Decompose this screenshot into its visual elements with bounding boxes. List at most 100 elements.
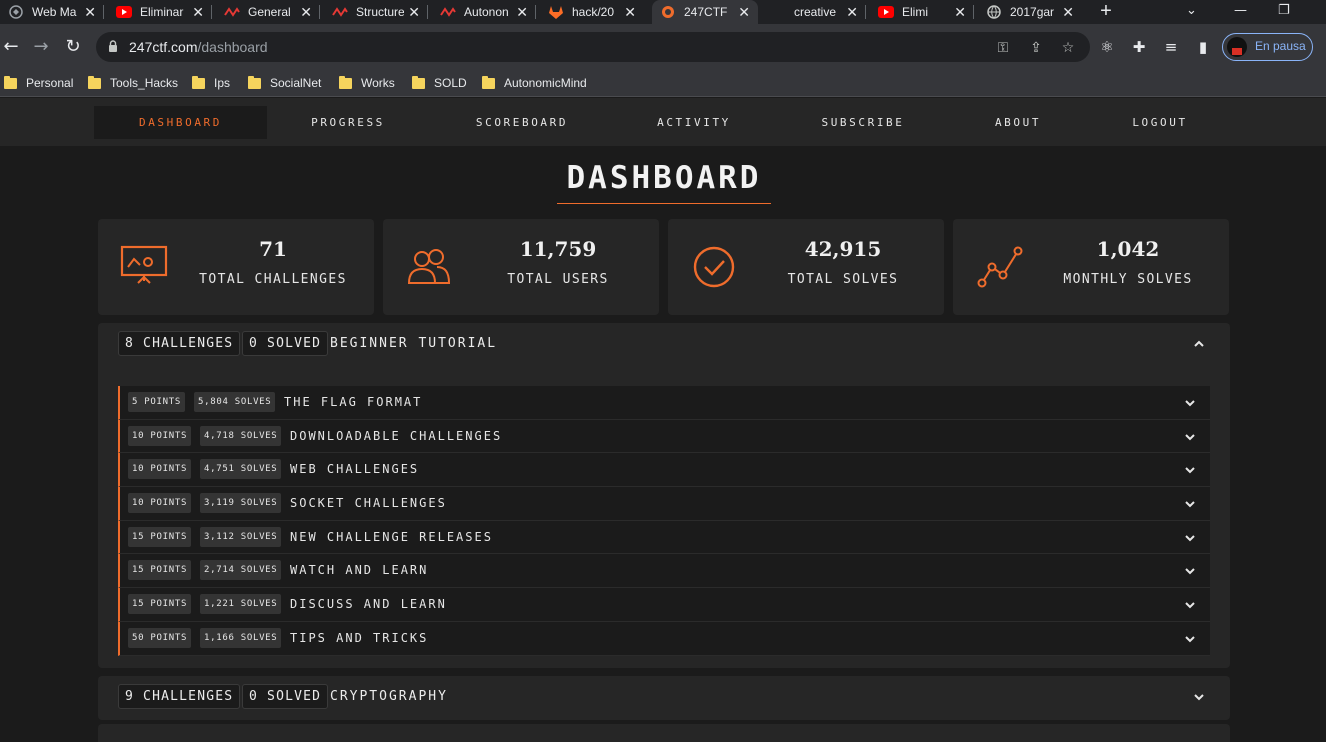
close-tab-icon[interactable]: ✕ (624, 4, 636, 21)
forward-icon[interactable]: → (30, 36, 52, 58)
challenge-title: SOCKET CHALLENGES (290, 496, 447, 511)
chevron-down-icon[interactable] (1183, 396, 1197, 410)
bookmark-folder[interactable]: AutonomicMind (482, 74, 587, 92)
globe-icon (986, 4, 1002, 20)
presentation-board-icon (120, 245, 168, 284)
challenge-row[interactable]: 10 POINTS 3,119 SOLVES SOCKET CHALLENGES (118, 487, 1210, 521)
solves-badge: 1,166 SOLVES (200, 627, 282, 648)
solves-badge: 5,804 SOLVES (194, 392, 276, 412)
browser-tab[interactable]: Eliminar ✕ (108, 0, 212, 24)
browser-tab[interactable]: Structure ✕ (324, 0, 428, 24)
minimize-icon[interactable]: — (1234, 0, 1247, 24)
points-badge: 10 POINTS (128, 459, 192, 480)
category-title: BEGINNER TUTORIAL (330, 336, 498, 351)
chevron-down-icon[interactable] (1183, 632, 1197, 646)
reload-icon[interactable]: ↻ (62, 36, 84, 58)
back-icon[interactable]: ← (0, 36, 22, 58)
close-tab-icon[interactable]: ✕ (1062, 4, 1074, 21)
folder-icon (482, 75, 495, 89)
bookmark-folder[interactable]: Ips (192, 74, 230, 92)
tab-search-chevron-icon[interactable]: ⌄ (1186, 0, 1197, 24)
chevron-up-icon[interactable] (1192, 337, 1206, 351)
close-tab-icon[interactable]: ✕ (738, 4, 750, 21)
nav-about[interactable]: ABOUT (975, 106, 1061, 139)
lock-icon (109, 40, 117, 52)
bookmark-folder[interactable]: SocialNet (248, 74, 321, 92)
bookmark-folder[interactable]: Works (339, 74, 395, 92)
bookmark-folder[interactable]: Tools_Hacks (88, 74, 178, 92)
bookmark-folder[interactable]: SOLD (412, 74, 467, 92)
nav-subscribe[interactable]: SUBSCRIBE (805, 106, 921, 139)
nav-progress[interactable]: PROGRESS (280, 106, 416, 139)
points-badge: 15 POINTS (128, 560, 192, 581)
check-circle-icon (693, 246, 735, 288)
close-tab-icon[interactable]: ✕ (846, 4, 858, 21)
close-tab-icon[interactable]: ✕ (516, 4, 528, 21)
challenge-row[interactable]: 15 POINTS 2,714 SOLVES WATCH AND LEARN (118, 554, 1210, 589)
address-bar[interactable]: 247ctf.com/dashboard ⚿ ⇪ ☆ (96, 32, 1090, 62)
share-icon[interactable]: ⇪ (1027, 39, 1045, 57)
solves-badge: 4,751 SOLVES (200, 459, 282, 480)
stat-label: MONTHLY SOLVES (1063, 272, 1193, 287)
side-panel-icon[interactable]: ▮ (1193, 37, 1213, 57)
browser-tab[interactable]: Autonon ✕ (432, 0, 536, 24)
chevron-down-icon[interactable] (1183, 430, 1197, 444)
category-header[interactable]: 8 CHALLENGES 0 SOLVED BEGINNER TUTORIAL (98, 323, 1230, 363)
browser-tab[interactable]: hack/20 ✕ (540, 0, 644, 24)
close-tab-icon[interactable]: ✕ (84, 4, 96, 21)
bookmark-star-icon[interactable]: ☆ (1059, 39, 1077, 57)
challenge-row[interactable]: 5 POINTS 5,804 SOLVES THE FLAG FORMAT (118, 386, 1210, 420)
media-queue-icon[interactable]: ≡ (1161, 37, 1181, 57)
challenge-row[interactable]: 10 POINTS 4,751 SOLVES WEB CHALLENGES (118, 453, 1210, 488)
react-extension-icon[interactable]: ⚛ (1097, 37, 1117, 57)
category-title: CRYPTOGRAPHY (330, 689, 448, 704)
folder-icon (192, 75, 205, 89)
extensions-puzzle-icon[interactable]: ✚ (1129, 37, 1149, 57)
close-tab-icon[interactable]: ✕ (408, 4, 420, 21)
chevron-down-icon[interactable] (1183, 463, 1197, 477)
browser-tab[interactable]: Web Ma ✕ (0, 0, 104, 24)
stat-label: TOTAL CHALLENGES (199, 272, 347, 287)
profile-button[interactable]: En pausa (1222, 33, 1313, 61)
browser-toolbar: ← → ↻ 247ctf.com/dashboard ⚿ ⇪ ☆ ⚛ ✚ ≡ ▮… (0, 24, 1326, 70)
chevron-down-icon[interactable] (1183, 564, 1197, 578)
close-tab-icon[interactable]: ✕ (192, 4, 204, 21)
nav-activity[interactable]: ACTIVITY (638, 106, 750, 139)
category-header[interactable]: 9 CHALLENGES 0 SOLVED CRYPTOGRAPHY (98, 676, 1230, 716)
restore-icon[interactable]: ❐ (1278, 0, 1290, 24)
challenge-row[interactable]: 10 POINTS 4,718 SOLVES DOWNLOADABLE CHAL… (118, 419, 1210, 454)
bookmarks-bar: Personal Tools_Hacks Ips SocialNet Works… (0, 70, 1326, 97)
browser-tab[interactable]: 2017gar ✕ (978, 0, 1082, 24)
chevron-down-icon[interactable] (1183, 598, 1197, 612)
url-path: /dashboard (197, 39, 268, 55)
solved-count-badge: 0 SOLVED (242, 331, 329, 356)
category-section-cryptography: 9 CHALLENGES 0 SOLVED CRYPTOGRAPHY (98, 676, 1230, 720)
challenge-title: THE FLAG FORMAT (284, 395, 423, 409)
key-icon[interactable]: ⚿ (994, 39, 1012, 57)
youtube-icon (116, 4, 132, 20)
solves-badge: 2,714 SOLVES (200, 560, 282, 581)
wave-icon (224, 4, 240, 20)
nav-dashboard[interactable]: DASHBOARD (94, 106, 267, 139)
chevron-down-icon[interactable] (1183, 531, 1197, 545)
chevron-down-icon[interactable] (1192, 690, 1206, 704)
address-url: 247ctf.com/dashboard (129, 39, 268, 55)
challenge-title: WATCH AND LEARN (290, 563, 429, 578)
browser-tab[interactable]: General ✕ (216, 0, 320, 24)
close-tab-icon[interactable]: ✕ (954, 4, 966, 21)
new-tab-button[interactable]: + (1096, 0, 1116, 24)
chevron-down-icon[interactable] (1183, 497, 1197, 511)
nav-scoreboard[interactable]: SCOREBOARD (456, 106, 588, 139)
challenge-row[interactable]: 15 POINTS 3,112 SOLVES NEW CHALLENGE REL… (118, 520, 1210, 555)
site-content: DASHBOARD PROGRESS SCOREBOARD ACTIVITY S… (0, 98, 1326, 742)
close-tab-icon[interactable]: ✕ (300, 4, 312, 21)
browser-tab[interactable]: Elimi ✕ (870, 0, 974, 24)
solves-badge: 1,221 SOLVES (200, 594, 282, 615)
bookmark-folder[interactable]: Personal (4, 74, 73, 92)
browser-tab-active[interactable]: 247CTF ✕ (652, 0, 758, 24)
challenge-row[interactable]: 50 POINTS 1,166 SOLVES TIPS AND TRICKS (118, 621, 1210, 656)
category-section-next (98, 724, 1230, 742)
nav-logout[interactable]: LOGOUT (1114, 106, 1206, 139)
browser-tab[interactable]: creative ✕ (762, 0, 866, 24)
challenge-row[interactable]: 15 POINTS 1,221 SOLVES DISCUSS AND LEARN (118, 588, 1210, 622)
